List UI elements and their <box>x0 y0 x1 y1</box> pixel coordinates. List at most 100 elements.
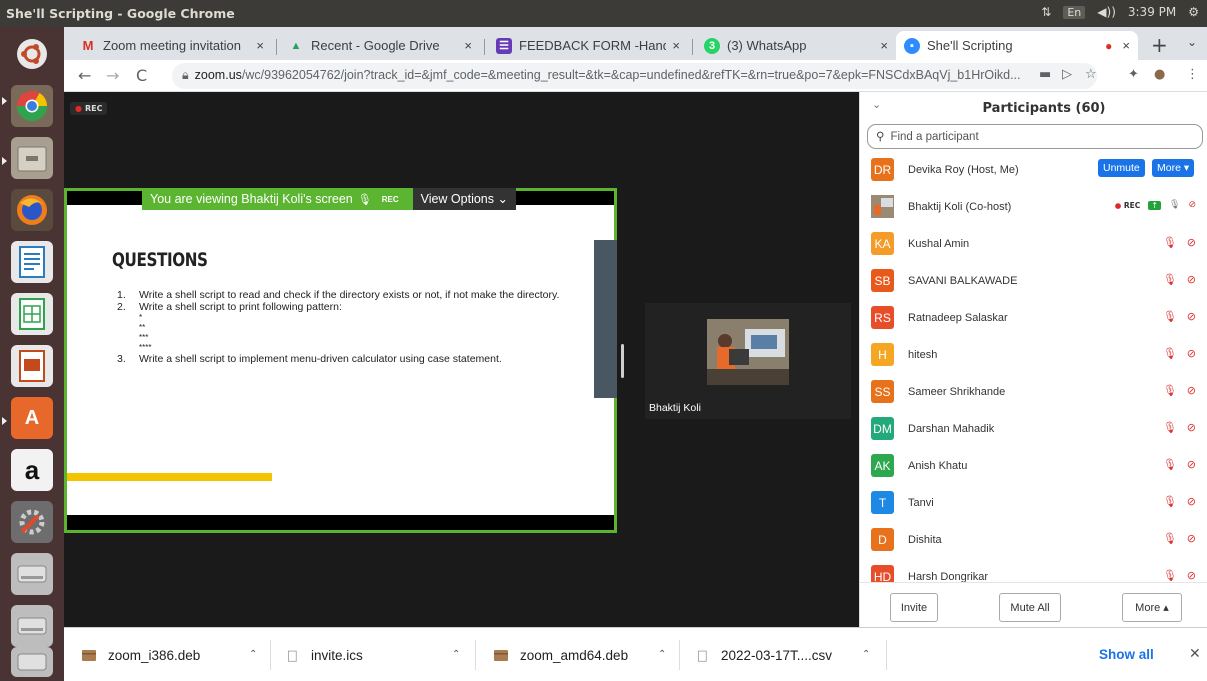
view-options-button[interactable]: View Options ⌄ <box>412 188 516 210</box>
profile-avatar[interactable]: ● <box>1154 67 1165 82</box>
close-icon[interactable]: × <box>672 38 680 53</box>
participant-row[interactable]: RS Ratnadeep Salaskar 🎙︎ ⊘ <box>860 300 1207 337</box>
download-menu-chevron[interactable]: ⌃ <box>658 649 666 660</box>
participant-row[interactable]: DM Darshan Mahadik 🎙︎ ⊘ <box>860 411 1207 448</box>
drive-icon-3[interactable] <box>11 647 53 677</box>
forward-button[interactable]: → <box>106 66 119 85</box>
participant-search-input[interactable]: ⚲ Find a participant <box>867 124 1203 149</box>
close-icon[interactable]: ✕ <box>1189 646 1201 662</box>
software-center-icon[interactable]: A <box>11 397 53 439</box>
participant-row[interactable]: DR Devika Roy (Host, Me) Unmute More ▾ <box>860 152 1207 189</box>
chrome-icon[interactable] <box>11 85 53 127</box>
running-indicator <box>2 417 7 425</box>
tab-google-drive[interactable]: ▲ Recent - Google Drive × <box>280 31 480 60</box>
new-tab-button[interactable]: + <box>1151 33 1168 57</box>
send-tab-icon[interactable]: ▷ <box>1062 67 1072 82</box>
avatar: SS <box>871 380 894 403</box>
drive-icon: ▲ <box>290 39 302 52</box>
participant-row[interactable]: SS Sameer Shrikhande 🎙︎ ⊘ <box>860 374 1207 411</box>
download-item[interactable]: zoom_i386.deb <box>82 628 200 681</box>
close-icon[interactable]: × <box>880 38 888 53</box>
address-bar[interactable]: 🔒︎ zoom.us/wc/93962054762/join?track_id=&… <box>172 63 1097 89</box>
participant-video-tile[interactable]: Bhaktij Koli <box>645 303 851 419</box>
unmute-button[interactable]: Unmute <box>1098 159 1145 177</box>
close-icon[interactable]: × <box>256 38 264 53</box>
download-menu-chevron[interactable]: ⌃ <box>249 649 257 660</box>
download-item[interactable]: 2022-03-17T....csv <box>698 628 832 681</box>
avatar: DM <box>871 417 894 440</box>
share-rec-label: REC <box>381 194 399 204</box>
question-text: Write a shell script to read and check i… <box>139 289 560 301</box>
download-item[interactable]: zoom_amd64.deb <box>494 628 628 681</box>
back-button[interactable]: ← <box>78 66 91 85</box>
writer-icon[interactable] <box>11 241 53 283</box>
recording-status: ● REC <box>1114 200 1141 210</box>
drive-icon-1[interactable] <box>11 553 53 595</box>
download-item[interactable]: invite.ics <box>288 628 363 681</box>
status-icons: 🎙︎ ⊘ <box>1163 458 1196 471</box>
invite-button[interactable]: Invite <box>890 593 938 622</box>
mic-muted-icon: 🎙︎ <box>1162 384 1177 397</box>
files-icon[interactable] <box>11 137 53 179</box>
status-icons: 🎙︎ ⊘ <box>1163 384 1196 397</box>
bookmark-star-icon[interactable]: ☆ <box>1085 67 1097 82</box>
participant-row[interactable]: HD Harsh Dongrikar 🎙︎ ⊘ <box>860 559 1207 582</box>
participant-row[interactable]: T Tanvi 🎙︎ ⊘ <box>860 485 1207 522</box>
more-options-button[interactable]: More ▴ <box>1122 593 1182 622</box>
media-icon[interactable]: ▬ <box>1039 67 1051 82</box>
search-icon: ⚲ <box>876 131 885 143</box>
video-off-icon: ⊘ <box>1186 532 1196 545</box>
download-filename: invite.ics <box>311 647 363 663</box>
participant-row[interactable]: D Dishita 🎙︎ ⊘ <box>860 522 1207 559</box>
slide-side-panel <box>594 240 617 398</box>
show-all-button[interactable]: Show all <box>1099 647 1154 662</box>
participant-row[interactable]: H hitesh 🎙︎ ⊘ <box>860 337 1207 374</box>
firefox-icon[interactable] <box>11 189 53 231</box>
calc-icon[interactable] <box>11 293 53 335</box>
clock[interactable]: 3:39 PM <box>1128 5 1176 19</box>
avatar: H <box>871 343 894 366</box>
keyboard-layout-indicator[interactable]: En <box>1063 5 1086 19</box>
pattern-line: **** <box>139 343 152 352</box>
impress-icon[interactable] <box>11 345 53 387</box>
status-icons: 🎙︎ ⊘ <box>1163 421 1196 434</box>
more-button[interactable]: More ▾ <box>1152 159 1195 177</box>
download-menu-chevron[interactable]: ⌃ <box>452 649 460 660</box>
tab-title: (3) WhatsApp <box>727 38 807 53</box>
extensions-icon[interactable]: ✦ <box>1128 67 1139 82</box>
resize-handle[interactable] <box>621 344 624 378</box>
reload-button[interactable]: C <box>136 66 147 85</box>
close-icon[interactable]: × <box>1122 38 1130 53</box>
drive-icon-2[interactable] <box>11 605 53 647</box>
participant-row[interactable]: KA Kushal Amin 🎙︎ ⊘ <box>860 226 1207 263</box>
lock-icon[interactable]: 🔒︎ <box>182 68 189 82</box>
download-shelf: zoom_i386.deb ⌃ invite.ics ⌃ zoom_amd64.… <box>64 627 1207 681</box>
download-menu-chevron[interactable]: ⌃ <box>862 649 870 660</box>
chrome-menu-icon[interactable]: ⋮ <box>1186 67 1199 82</box>
mic-muted-icon: 🎙︎ <box>1162 236 1177 249</box>
settings-gear-icon[interactable]: ⚙ <box>1188 5 1199 19</box>
question-number: 3. <box>117 353 126 365</box>
tab-shell-scripting[interactable]: ▪ She'll Scripting ● × <box>896 31 1138 60</box>
tab-feedback-form[interactable]: ☰ FEEDBACK FORM -Hands × <box>488 31 688 60</box>
avatar: HD <box>871 565 894 582</box>
rec-label: REC <box>1123 200 1141 210</box>
tab-zoom-invitation[interactable]: M Zoom meeting invitation × <box>72 31 272 60</box>
close-icon[interactable]: × <box>464 38 472 53</box>
volume-icon[interactable]: ◀)) <box>1097 5 1116 19</box>
tab-search-menu-icon[interactable]: ⌄ <box>1187 35 1197 49</box>
question-item: 1. Write a shell script to read and chec… <box>117 289 587 301</box>
ubuntu-top-panel: She'll Scripting - Google Chrome ⇅ En ◀)… <box>0 0 1207 27</box>
network-icon[interactable]: ⇅ <box>1041 5 1051 19</box>
share-banner: You are viewing Bhaktij Koli's screen 🎙︎… <box>142 188 516 210</box>
mute-all-button[interactable]: Mute All <box>999 593 1061 622</box>
tab-whatsapp[interactable]: 3 (3) WhatsApp × <box>696 31 896 60</box>
participant-row[interactable]: Bhaktij Koli (Co-host) ● REC ↑ 🎙︎ ⊘ <box>860 189 1207 226</box>
system-settings-icon[interactable] <box>11 501 53 543</box>
ubuntu-dash-icon[interactable] <box>11 33 53 75</box>
package-icon <box>82 649 96 661</box>
participant-row[interactable]: SB SAVANI BALKAWADE 🎙︎ ⊘ <box>860 263 1207 300</box>
participant-row[interactable]: AK Anish Khatu 🎙︎ ⊘ <box>860 448 1207 485</box>
amazon-icon[interactable]: a <box>11 449 53 491</box>
zoom-icon: ▪ <box>904 37 920 54</box>
